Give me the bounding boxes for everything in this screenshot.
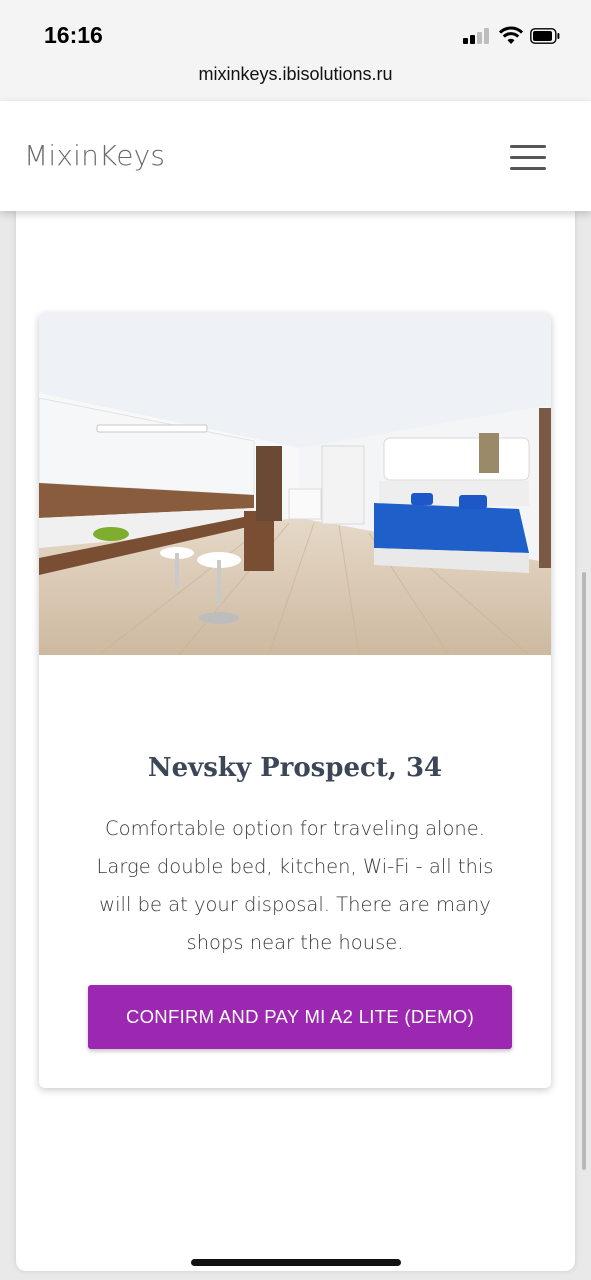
site-navbar: MixinKeys xyxy=(0,101,591,211)
status-icons xyxy=(462,26,572,46)
page-content: Nevsky Prospect, 34 Comfortable option f… xyxy=(16,211,575,1271)
battery-icon xyxy=(530,28,560,44)
wifi-icon xyxy=(498,26,524,44)
status-time: 16:16 xyxy=(44,22,103,48)
confirm-and-pay-button[interactable]: CONFIRM AND PAY MI A2 LITE (DEMO) xyxy=(88,985,512,1049)
home-indicator[interactable] xyxy=(191,1259,401,1266)
address-bar-url[interactable]: mixinkeys.ibisolutions.ru xyxy=(0,64,591,85)
brand-logo-text[interactable]: MixinKeys xyxy=(24,139,165,172)
hamburger-menu-icon[interactable] xyxy=(510,143,548,171)
listing-description: Comfortable option for traveling alone. … xyxy=(96,817,494,954)
apartment-photo xyxy=(39,313,551,655)
cellular-signal-icon xyxy=(462,26,490,46)
listing-title: Nevsky Prospect, 34 xyxy=(147,753,443,783)
browser-status-bar: 16:16 mixinkeys.ibisolutions.ru xyxy=(0,0,591,102)
apartment-card: Nevsky Prospect, 34 Comfortable option f… xyxy=(39,313,551,1088)
page-scrollbar[interactable] xyxy=(582,572,586,1170)
